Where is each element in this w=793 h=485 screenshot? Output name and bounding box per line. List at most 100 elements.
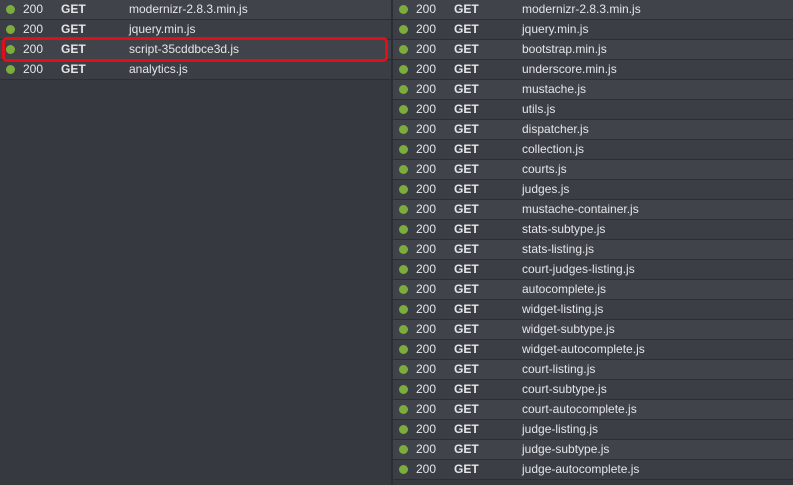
request-method: GET [454, 82, 479, 96]
status-dot-icon [6, 45, 15, 54]
status-dot-icon [399, 305, 408, 314]
request-row[interactable]: 200 GET underscore.min.js [393, 60, 793, 80]
request-row[interactable]: 200 GET analytics.js [0, 60, 391, 80]
request-row[interactable]: 200 GET stats-subtype.js [393, 220, 793, 240]
status-code: 200 [416, 142, 437, 156]
status-code: 200 [416, 282, 437, 296]
status-code: 200 [416, 122, 437, 136]
status-dot-icon [399, 285, 408, 294]
request-method: GET [61, 62, 86, 76]
status-dot-icon [399, 145, 408, 154]
status-dot-icon [399, 365, 408, 374]
request-row[interactable]: 200 GET court-autocomplete.js [393, 400, 793, 420]
request-row[interactable]: 200 GET judges.js [393, 180, 793, 200]
request-row[interactable]: 200 GET widget-subtype.js [393, 320, 793, 340]
request-row[interactable]: 200 GET court-judges-listing.js [393, 260, 793, 280]
request-method: GET [454, 362, 479, 376]
file-name: mustache-container.js [522, 202, 639, 216]
status-code: 200 [23, 2, 44, 16]
status-dot-icon [399, 325, 408, 334]
status-code: 200 [416, 62, 437, 76]
request-row[interactable]: 200 GET modernizr-2.8.3.min.js [393, 0, 793, 20]
status-dot-icon [399, 65, 408, 74]
request-method: GET [454, 102, 479, 116]
status-dot-icon [399, 385, 408, 394]
request-row[interactable]: 200 GET judge-listing.js [393, 420, 793, 440]
request-row[interactable]: 200 GET judge-autocomplete.js [393, 460, 793, 480]
file-name: mustache.js [522, 82, 587, 96]
request-method: GET [454, 2, 479, 16]
file-name: underscore.min.js [522, 62, 617, 76]
status-code: 200 [416, 362, 437, 376]
file-name: bootstrap.min.js [522, 42, 607, 56]
request-method: GET [454, 202, 479, 216]
file-name: court-listing.js [522, 362, 596, 376]
request-row[interactable]: 200 GET autocomplete.js [393, 280, 793, 300]
status-dot-icon [399, 405, 408, 414]
request-method: GET [454, 382, 479, 396]
file-name: dispatcher.js [522, 122, 589, 136]
status-dot-icon [399, 185, 408, 194]
status-code: 200 [416, 262, 437, 276]
status-dot-icon [399, 205, 408, 214]
right-network-request-list: 200 GET modernizr-2.8.3.min.js 200 GET jquery… [393, 0, 793, 480]
file-name: script-35cddbce3d.js [129, 42, 240, 56]
request-method: GET [454, 302, 479, 316]
request-method: GET [454, 162, 479, 176]
status-dot-icon [6, 5, 15, 14]
status-dot-icon [399, 165, 408, 174]
status-code: 200 [416, 342, 437, 356]
status-dot-icon [399, 445, 408, 454]
file-name: courts.js [522, 162, 567, 176]
status-dot-icon [399, 105, 408, 114]
request-method: GET [454, 422, 479, 436]
request-row[interactable]: 200 GET mustache.js [393, 80, 793, 100]
request-row[interactable]: 200 GET bootstrap.min.js [393, 40, 793, 60]
request-method: GET [454, 462, 479, 476]
request-row[interactable]: 200 GET court-subtype.js [393, 380, 793, 400]
request-row[interactable]: 200 GET utils.js [393, 100, 793, 120]
file-name: modernizr-2.8.3.min.js [522, 2, 641, 16]
file-name: autocomplete.js [522, 282, 607, 296]
status-code: 200 [416, 302, 437, 316]
file-name: utils.js [522, 102, 556, 116]
status-dot-icon [399, 85, 408, 94]
request-method: GET [454, 122, 479, 136]
status-dot-icon [399, 345, 408, 354]
request-row[interactable]: 200 GET courts.js [393, 160, 793, 180]
request-method: GET [454, 142, 479, 156]
status-code: 200 [416, 222, 437, 236]
status-code: 200 [23, 42, 44, 56]
request-row[interactable]: 200 GET collection.js [393, 140, 793, 160]
file-name: court-subtype.js [522, 382, 607, 396]
status-code: 200 [23, 62, 44, 76]
request-row[interactable]: 200 GET court-listing.js [393, 360, 793, 380]
file-name: judge-listing.js [522, 422, 599, 436]
status-code: 200 [416, 82, 437, 96]
status-code: 200 [416, 42, 437, 56]
request-method: GET [61, 22, 86, 36]
request-row[interactable]: 200 GET stats-listing.js [393, 240, 793, 260]
request-row[interactable]: 200 GET jquery.min.js [0, 20, 391, 40]
status-dot-icon [399, 125, 408, 134]
request-method: GET [454, 242, 479, 256]
left-network-request-list: 200 GET modernizr-2.8.3.min.js 200 GET jquery… [0, 0, 391, 80]
file-name: widget-subtype.js [522, 322, 615, 336]
request-row[interactable]: 200 GET widget-autocomplete.js [393, 340, 793, 360]
file-name: modernizr-2.8.3.min.js [129, 2, 248, 16]
request-method: GET [454, 442, 479, 456]
request-row[interactable]: 200 GET judge-subtype.js [393, 440, 793, 460]
request-method: GET [454, 62, 479, 76]
request-row[interactable]: 200 GET script-35cddbce3d.js [0, 40, 391, 60]
status-dot-icon [399, 465, 408, 474]
status-code: 200 [416, 422, 437, 436]
status-dot-icon [399, 425, 408, 434]
request-row[interactable]: 200 GET dispatcher.js [393, 120, 793, 140]
request-row[interactable]: 200 GET jquery.min.js [393, 20, 793, 40]
request-row[interactable]: 200 GET widget-listing.js [393, 300, 793, 320]
status-dot-icon [399, 45, 408, 54]
request-row[interactable]: 200 GET mustache-container.js [393, 200, 793, 220]
request-row[interactable]: 200 GET modernizr-2.8.3.min.js [0, 0, 391, 20]
request-method: GET [454, 42, 479, 56]
file-name: collection.js [522, 142, 585, 156]
